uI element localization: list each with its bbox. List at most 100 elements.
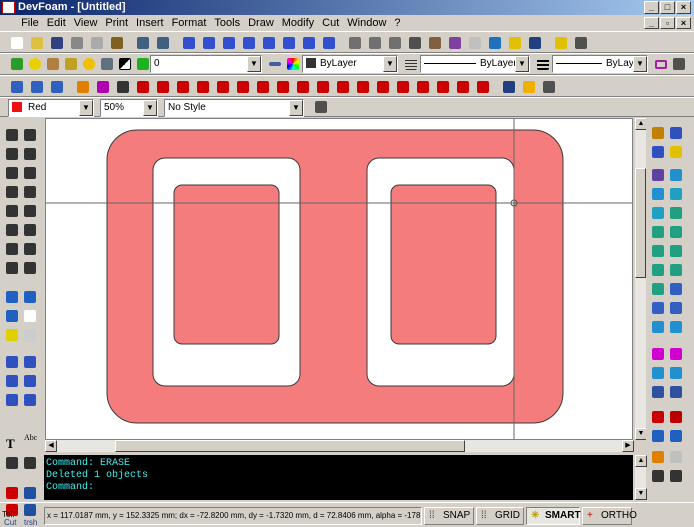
cmd-scroll-up-icon[interactable]: ▲ [635,455,647,467]
distribute-icon[interactable] [667,318,685,336]
dot-icon[interactable] [274,78,292,96]
color-select[interactable]: ByLayer ▼ [302,55,398,73]
snap3-icon[interactable] [649,467,667,485]
horizontal-scrollbar[interactable]: ◀ ▶ [45,440,634,452]
line-blue-icon[interactable] [667,345,685,363]
arc-icon[interactable] [194,78,212,96]
point-tool-icon[interactable] [3,326,21,344]
xmark-icon[interactable] [500,78,518,96]
snap-point-icon[interactable] [649,448,667,466]
zoom-all-icon[interactable] [260,34,278,52]
maximize-icon[interactable]: □ [660,1,675,14]
lineweight-icon[interactable] [534,55,552,73]
new-file-icon[interactable] [8,34,26,52]
linetype-icon[interactable] [402,55,420,73]
right-inner-shape[interactable] [390,184,497,345]
brush-icon[interactable] [466,34,484,52]
array-icon[interactable] [3,353,21,371]
hatch-icon[interactable] [3,372,21,390]
explode-icon[interactable] [649,299,667,317]
circle-slash-icon[interactable] [21,202,39,220]
corner2-icon[interactable] [667,383,685,401]
toggle-icon[interactable] [667,408,685,426]
undo-icon[interactable] [134,34,152,52]
dots-tool-icon[interactable] [21,326,39,344]
group2-icon[interactable] [21,288,39,306]
chamfer-icon[interactable] [667,261,685,279]
menu-view[interactable]: View [70,15,102,31]
diag-line-icon[interactable] [48,78,66,96]
rect-tool-icon[interactable] [3,183,21,201]
diag-icon[interactable] [334,78,352,96]
doc-minimize-icon[interactable]: _ [644,17,659,29]
command-scrollbar[interactable]: ▲ ▼ [634,455,647,500]
menu-tools[interactable]: Tools [210,15,244,31]
arc2-icon[interactable] [214,78,232,96]
group-icon[interactable] [3,288,21,306]
copy2-icon[interactable] [667,204,685,222]
sun2-icon[interactable] [520,78,538,96]
zoom-out-icon[interactable] [220,34,238,52]
tools-icon[interactable] [572,34,590,52]
left-inner-shape[interactable] [173,184,280,345]
menu-edit[interactable]: Edit [43,15,70,31]
measure-icon[interactable] [526,34,544,52]
close-icon[interactable]: × [676,1,691,14]
wave-icon[interactable] [3,240,21,258]
trim-icon[interactable] [649,242,667,260]
smart-toggle[interactable]: ✳ SMART [526,507,581,525]
color-palette-icon[interactable] [284,55,302,73]
angle-icon[interactable] [414,78,432,96]
ab-tool-icon[interactable] [21,454,39,472]
abc-tool[interactable]: Abc [24,434,37,442]
zoom-in-icon[interactable] [200,34,218,52]
sun-icon[interactable] [80,55,98,73]
scroll-left-icon[interactable]: ◀ [45,440,57,452]
menu-draw[interactable]: Draw [244,15,278,31]
zoom-prev-icon[interactable] [300,34,318,52]
eye-icon[interactable] [667,427,685,445]
layer-icon[interactable] [8,55,26,73]
gear-icon[interactable] [346,34,364,52]
scroll-right-icon[interactable]: ▶ [622,440,634,452]
bulb-icon[interactable] [26,55,44,73]
zoom-select[interactable]: 50% ▼ [100,99,158,117]
pen-icon[interactable] [44,55,62,73]
line-icon[interactable] [8,78,26,96]
rect-icon[interactable] [652,55,670,73]
hexagon-icon[interactable] [21,164,39,182]
open-icon[interactable] [28,34,46,52]
circle-icon[interactable] [294,78,312,96]
node-icon[interactable] [74,78,92,96]
join-icon[interactable] [667,280,685,298]
snap4-icon[interactable] [667,467,685,485]
array2-icon[interactable] [21,353,39,371]
menu-help[interactable]: ? [390,15,404,31]
color-name-select[interactable]: Red ▼ [8,99,94,117]
cut-icon[interactable] [68,34,86,52]
arc-line-icon[interactable] [21,145,39,163]
triangle-icon[interactable] [454,78,472,96]
command-prompt[interactable]: Command: [46,482,633,494]
zoom-icon[interactable] [180,34,198,52]
drawing-canvas[interactable] [45,118,633,440]
blank-icon[interactable] [21,307,39,325]
menu-format[interactable]: Format [168,15,211,31]
line-tool-icon[interactable] [3,126,21,144]
menu-print[interactable]: Print [101,15,132,31]
grip-icon[interactable] [670,55,688,73]
style-grip-icon[interactable] [312,98,330,116]
save-icon[interactable] [48,34,66,52]
extend-icon[interactable] [667,242,685,260]
linetype-select[interactable]: ByLayer ▼ [420,55,530,73]
point-line-icon[interactable] [134,78,152,96]
perp-icon[interactable] [354,78,372,96]
menu-cut[interactable]: Cut [318,15,343,31]
fillet-icon[interactable] [649,261,667,279]
select-icon[interactable] [649,143,667,161]
circle-tool-icon[interactable] [3,202,21,220]
menu-modify[interactable]: Modify [278,15,318,31]
command-window[interactable]: Command: ERASE Deleted 1 objects Command… [44,455,633,500]
zoom-window-icon[interactable] [240,34,258,52]
ray-tool-icon[interactable] [21,126,39,144]
